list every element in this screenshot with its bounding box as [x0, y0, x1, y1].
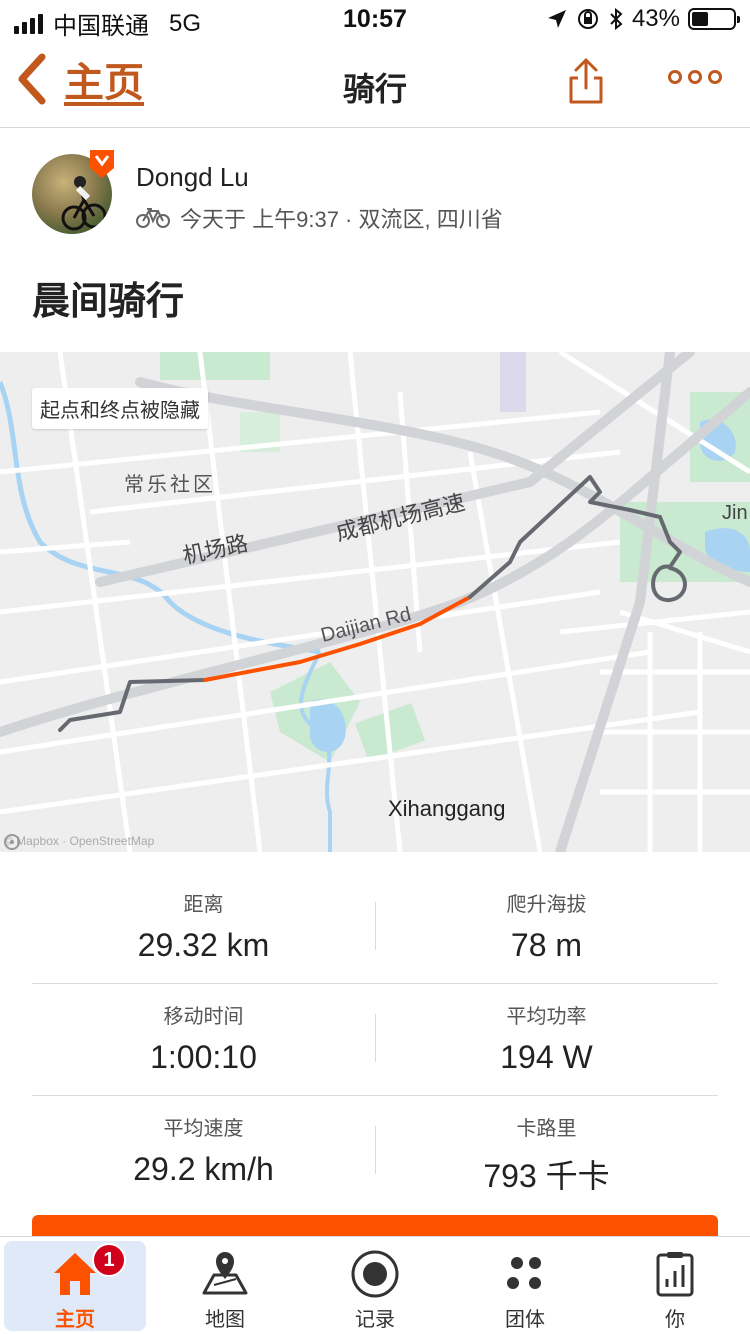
map-icon: [202, 1252, 248, 1295]
stat-average-power: 平均功率 194 W: [375, 1000, 718, 1076]
share-icon[interactable]: [566, 56, 606, 106]
chevron-left-icon: [18, 53, 46, 105]
stat-calories: 卡路里 793 千卡: [375, 1112, 718, 1197]
orientation-lock-icon: [577, 9, 598, 29]
tab-groups[interactable]: 团体: [454, 1241, 596, 1331]
battery-icon: [688, 8, 740, 30]
stat-value: 29.32 km: [137, 927, 270, 963]
battery-percent: 43%: [631, 5, 680, 32]
tab-home[interactable]: 1 主页: [4, 1241, 146, 1331]
tab-label: 团体: [505, 1309, 545, 1331]
dot-icon: [668, 70, 682, 84]
tab-record[interactable]: 记录: [304, 1241, 446, 1331]
location-icon: [547, 10, 566, 28]
activity-title: 晨间骑行: [32, 281, 185, 323]
map-label-district: Xihanggang: [388, 796, 506, 821]
status-right: 43%: [546, 5, 740, 33]
map-attribution: © Mapbox · OpenStreetMap: [4, 834, 155, 850]
activity-time-location: 今天于 上午9:37 · 双流区, 四川省: [180, 207, 503, 232]
stat-average-speed: 平均速度 29.2 km/h: [32, 1112, 375, 1188]
stat-row: 距离 29.32 km 爬升海拔 78 m: [32, 872, 718, 984]
stat-label: 爬升海拔: [506, 894, 587, 916]
stat-label: 平均速度: [163, 1118, 244, 1140]
tab-you[interactable]: 你: [604, 1241, 746, 1331]
back-label[interactable]: 主页: [64, 50, 144, 108]
bluetooth-icon: [610, 7, 623, 31]
tab-maps[interactable]: 地图: [154, 1241, 296, 1331]
stat-label: 移动时间: [163, 1006, 244, 1028]
more-options-button[interactable]: [668, 70, 722, 84]
stat-label: 平均功率: [506, 1006, 587, 1028]
navigation-bar: 主页 骑行: [0, 40, 750, 128]
stat-value: 793 千卡: [483, 1158, 610, 1194]
tab-bar: 1 主页 地图 记录 团体 你: [0, 1236, 750, 1334]
stats-grid: 距离 29.32 km 爬升海拔 78 m 移动时间 1:00:10 平均功率 …: [32, 872, 718, 1208]
stat-moving-time: 移动时间 1:00:10: [32, 1000, 375, 1076]
map-label-community: 常乐社区: [124, 474, 216, 496]
map-label-jin: Jin: [722, 502, 748, 524]
back-button[interactable]: 主页: [14, 50, 144, 108]
stat-value: 1:00:10: [150, 1039, 257, 1075]
privacy-notice: 起点和终点被隐藏: [32, 388, 208, 429]
stat-value: 194 W: [500, 1039, 593, 1075]
stat-label: 距离: [183, 894, 224, 916]
stat-row: 移动时间 1:00:10 平均功率 194 W: [32, 984, 718, 1096]
subscriber-badge-icon: [90, 150, 114, 178]
bike-icon: [136, 208, 170, 228]
tab-label: 主页: [55, 1309, 95, 1331]
stat-label: 卡路里: [516, 1118, 577, 1140]
record-icon: [351, 1250, 399, 1298]
dot-icon: [688, 70, 702, 84]
route-map[interactable]: 起点和终点被隐藏 常乐社区 机场路 成都机场高速 Daijian Rd Xiha…: [0, 352, 750, 852]
mapbox-logo-icon: [4, 834, 20, 850]
tab-label: 你: [665, 1309, 685, 1331]
stat-elevation-gain: 爬升海拔 78 m: [375, 888, 718, 964]
status-bar: 中国联通 5G 10:57 43%: [0, 0, 750, 40]
stat-value: 29.2 km/h: [133, 1151, 274, 1187]
stat-distance: 距离 29.32 km: [32, 888, 375, 964]
stat-value: 78 m: [510, 927, 583, 963]
notification-badge: 1: [92, 1243, 126, 1277]
tab-label: 地图: [205, 1309, 245, 1331]
groups-icon: [507, 1257, 541, 1289]
attribution-text: © Mapbox · OpenStreetMap: [4, 834, 155, 848]
you-icon: [656, 1252, 694, 1297]
dot-icon: [708, 70, 722, 84]
activity-detail-screen: 中国联通 5G 10:57 43% 主页 骑行 Dongd Lu 今天于 上午9…: [0, 0, 750, 1334]
tab-label: 记录: [355, 1309, 395, 1331]
stat-row: 平均速度 29.2 km/h 卡路里 793 千卡: [32, 1096, 718, 1208]
activity-meta: 今天于 上午9:37 · 双流区, 四川省: [136, 202, 503, 234]
athlete-name[interactable]: Dongd Lu: [136, 162, 249, 193]
